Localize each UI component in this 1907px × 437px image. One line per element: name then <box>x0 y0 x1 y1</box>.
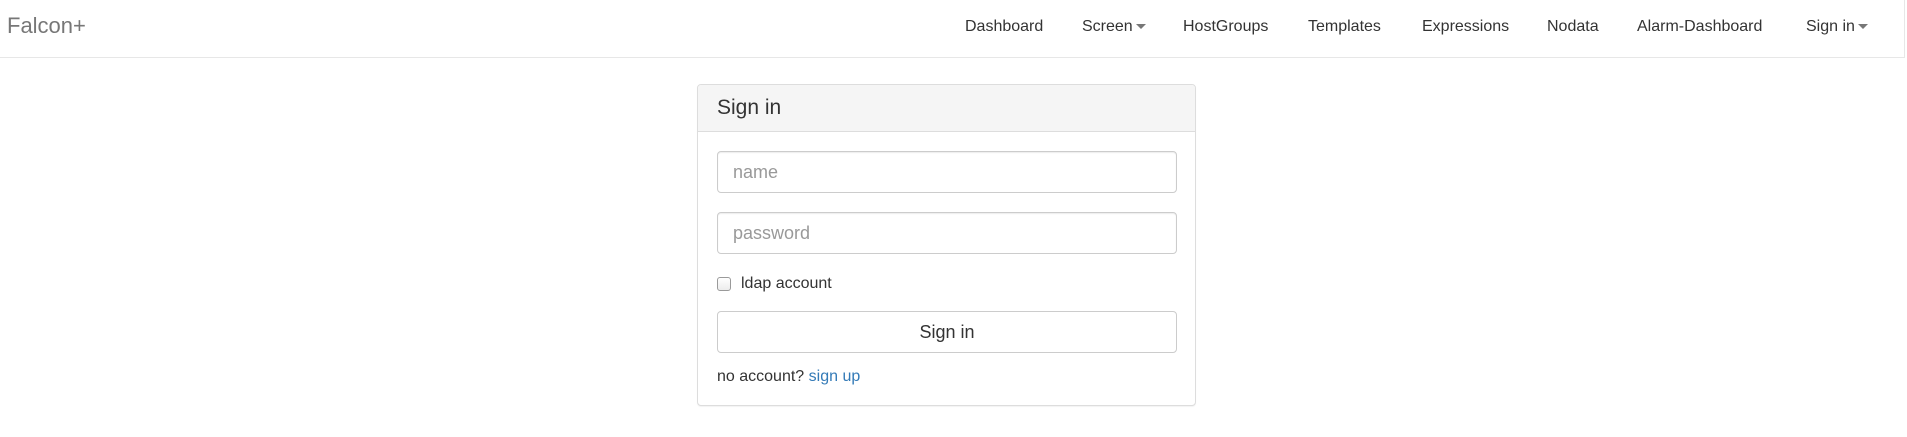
caret-down-icon <box>1857 24 1868 30</box>
brand-logo[interactable]: Falcon+ <box>7 13 86 39</box>
nav-item-label: Dashboard <box>965 18 1044 35</box>
nav-item-expressions[interactable]: Expressions <box>1422 17 1509 37</box>
sign-in-button[interactable]: Sign in <box>717 311 1177 353</box>
no-account-text: no account? <box>717 368 805 385</box>
ldap-checkbox[interactable] <box>717 277 731 291</box>
nav-item-sign-in[interactable]: Sign in <box>1806 17 1868 37</box>
panel-title: Sign in <box>698 85 1195 132</box>
nav-item-label: Expressions <box>1422 18 1510 35</box>
top-navbar: Falcon+ Dashboard Screen HostGroups Temp… <box>0 0 1905 58</box>
nav-item-label: Templates <box>1308 18 1381 35</box>
sign-up-link[interactable]: sign up <box>809 368 861 385</box>
nav-item-label: Screen <box>1082 18 1133 35</box>
password-input[interactable] <box>717 212 1177 254</box>
caret-down-icon <box>1135 24 1146 30</box>
nav-item-screen[interactable]: Screen <box>1082 17 1146 37</box>
ldap-row: ldap account <box>717 274 832 294</box>
signup-prompt: no account? sign up <box>717 367 860 387</box>
nav-item-templates[interactable]: Templates <box>1308 17 1381 37</box>
nav-item-hostgroups[interactable]: HostGroups <box>1183 17 1268 37</box>
nav-item-nodata[interactable]: Nodata <box>1547 17 1599 37</box>
name-input[interactable] <box>717 151 1177 193</box>
nav-item-label: Alarm-Dashboard <box>1637 18 1763 35</box>
nav-item-label: Sign in <box>1806 18 1855 35</box>
nav-item-alarm-dashboard[interactable]: Alarm-Dashboard <box>1637 17 1762 37</box>
nav-item-label: Nodata <box>1547 18 1599 35</box>
signin-panel: Sign in ldap account Sign in no account?… <box>697 84 1196 406</box>
nav-item-dashboard[interactable]: Dashboard <box>965 17 1043 37</box>
nav-item-label: HostGroups <box>1183 18 1269 35</box>
ldap-label: ldap account <box>741 275 832 292</box>
